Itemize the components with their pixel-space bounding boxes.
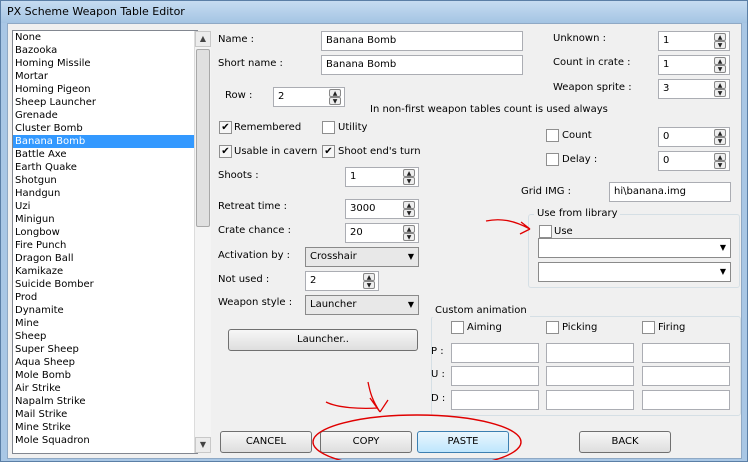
window-title: PX Scheme Weapon Table Editor xyxy=(7,5,185,18)
editor-window: PX Scheme Weapon Table Editor None Bazook… xyxy=(0,0,748,462)
red-annotation-drawings xyxy=(312,219,531,460)
title-bar: PX Scheme Weapon Table Editor xyxy=(1,1,747,23)
client-area: None Bazooka Homing Missile Mortar Homing Pi… xyxy=(7,23,742,460)
